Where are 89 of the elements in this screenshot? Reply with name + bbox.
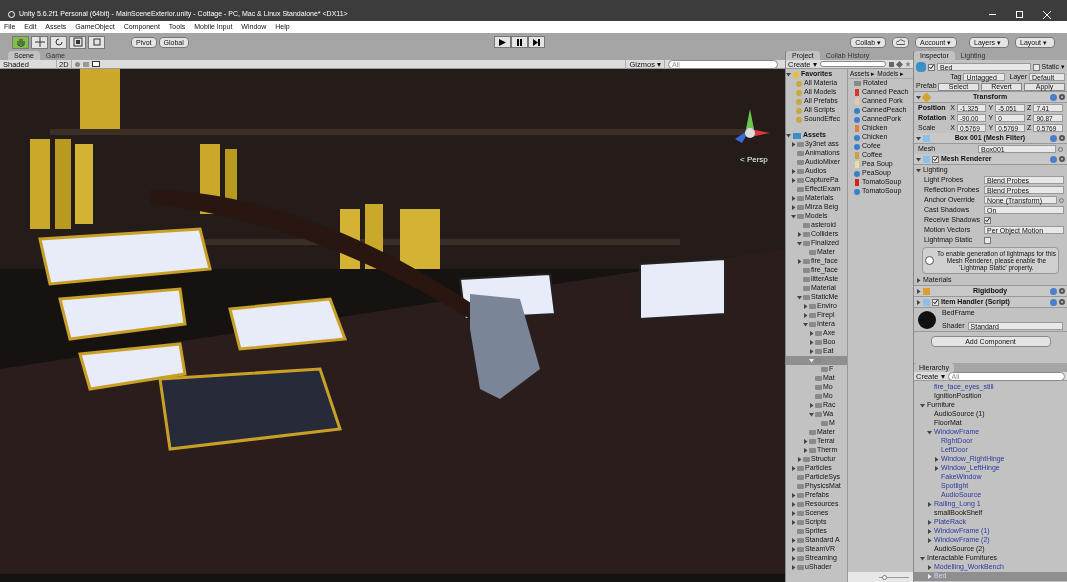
cloud-button[interactable]	[892, 36, 909, 48]
checkbox[interactable]	[928, 63, 935, 71]
collapse-arrow-icon[interactable]	[797, 241, 802, 246]
settings-icon[interactable]	[1059, 94, 1065, 100]
hand-icon	[15, 37, 26, 47]
scale-tool-button[interactable]	[69, 35, 86, 49]
close-icon[interactable]	[1043, 10, 1051, 19]
checkbox[interactable]	[984, 216, 991, 224]
filter-type-icon[interactable]	[889, 61, 894, 67]
zoom-slider[interactable]	[879, 574, 909, 580]
expand-arrow-icon[interactable]	[803, 439, 808, 444]
slider-thumb[interactable]	[881, 574, 887, 580]
cloud-icon	[896, 39, 905, 45]
expand-arrow-icon[interactable]	[803, 448, 808, 453]
expand-arrow-icon[interactable]	[809, 403, 814, 408]
collapse-arrow-icon[interactable]	[803, 322, 808, 327]
mesh-icon	[923, 134, 930, 142]
step-button[interactable]	[528, 36, 545, 48]
expand-arrow-icon[interactable]	[791, 502, 796, 507]
expand-arrow-icon[interactable]	[791, 178, 796, 183]
expand-arrow-icon[interactable]	[791, 142, 796, 147]
expand-arrow-icon[interactable]	[803, 313, 808, 318]
expand-arrow-icon[interactable]	[927, 574, 932, 579]
rect-icon	[91, 37, 102, 47]
rotate-icon	[53, 37, 64, 47]
collapse-arrow-icon[interactable]	[786, 72, 791, 77]
move-arrows-icon	[34, 37, 45, 47]
collapse-arrow-icon[interactable]	[786, 133, 791, 138]
expand-arrow-icon[interactable]	[803, 304, 808, 309]
image-effects-icon[interactable]	[91, 61, 100, 67]
expand-arrow-icon[interactable]	[934, 466, 939, 471]
expand-arrow-icon[interactable]	[791, 520, 796, 525]
expand-arrow-icon[interactable]	[927, 502, 932, 507]
expand-arrow-icon[interactable]	[809, 331, 814, 336]
expand-arrow-icon[interactable]	[791, 169, 796, 174]
mesh-renderer-icon	[923, 155, 930, 163]
collapse-arrow-icon[interactable]	[927, 430, 932, 435]
play-icon	[499, 38, 506, 46]
expand-arrow-icon[interactable]	[927, 520, 932, 525]
checkbox[interactable]	[984, 236, 991, 244]
collapse-arrow-icon[interactable]	[920, 556, 925, 561]
expand-arrow-icon[interactable]	[791, 547, 796, 552]
hand-tool-button[interactable]	[12, 35, 29, 49]
maximize-icon[interactable]	[1016, 11, 1023, 18]
expand-arrow-icon[interactable]	[791, 565, 796, 570]
expand-arrow-icon[interactable]	[927, 565, 932, 570]
expand-arrow-icon[interactable]	[791, 538, 796, 543]
collapse-arrow-icon[interactable]	[809, 358, 814, 363]
rect-tool-button[interactable]	[88, 35, 105, 49]
light-icon[interactable]	[74, 61, 80, 67]
rotate-tool-button[interactable]	[50, 35, 67, 49]
script-icon	[923, 298, 930, 306]
checkbox[interactable]	[1032, 63, 1040, 71]
expand-arrow-icon[interactable]	[797, 259, 802, 264]
pause-button[interactable]	[511, 36, 528, 48]
expand-arrow-icon[interactable]	[791, 466, 796, 471]
expand-arrow-icon[interactable]	[927, 529, 932, 534]
expand-arrow-icon[interactable]	[797, 232, 802, 237]
collapse-arrow-icon[interactable]	[916, 94, 921, 100]
collapse-arrow-icon[interactable]	[920, 403, 925, 408]
label-icon[interactable]	[895, 60, 904, 68]
rigidbody-icon	[923, 287, 930, 295]
collapse-arrow-icon[interactable]	[791, 214, 796, 219]
play-button[interactable]	[494, 36, 511, 48]
collapse-arrow-icon[interactable]	[797, 295, 802, 300]
expand-arrow-icon[interactable]	[934, 457, 939, 462]
cube-icon	[916, 62, 926, 72]
folder-icon	[854, 81, 861, 86]
expand-arrow-icon[interactable]	[797, 457, 802, 462]
expand-arrow-icon[interactable]	[791, 511, 796, 516]
step-icon	[533, 38, 540, 46]
expand-arrow-icon[interactable]	[791, 556, 796, 561]
scale-icon	[72, 37, 83, 47]
move-tool-button[interactable]	[31, 35, 48, 49]
expand-arrow-icon[interactable]	[791, 205, 796, 210]
expand-arrow-icon[interactable]	[927, 538, 932, 543]
checkbox[interactable]	[932, 155, 939, 163]
expand-arrow-icon[interactable]	[809, 340, 814, 345]
settings-icon[interactable]	[1059, 156, 1065, 162]
settings-icon[interactable]	[1059, 135, 1065, 141]
collapse-arrow-icon[interactable]	[809, 412, 814, 417]
expand-arrow-icon[interactable]	[809, 349, 814, 354]
expand-arrow-icon[interactable]	[791, 196, 796, 201]
expand-arrow-icon[interactable]	[791, 493, 796, 498]
projection-label[interactable]: < Persp	[740, 154, 768, 166]
collapse-arrow-icon[interactable]	[916, 135, 921, 141]
checkbox[interactable]	[932, 298, 939, 306]
transform-icon	[921, 92, 932, 102]
project-search-field[interactable]	[819, 61, 886, 67]
